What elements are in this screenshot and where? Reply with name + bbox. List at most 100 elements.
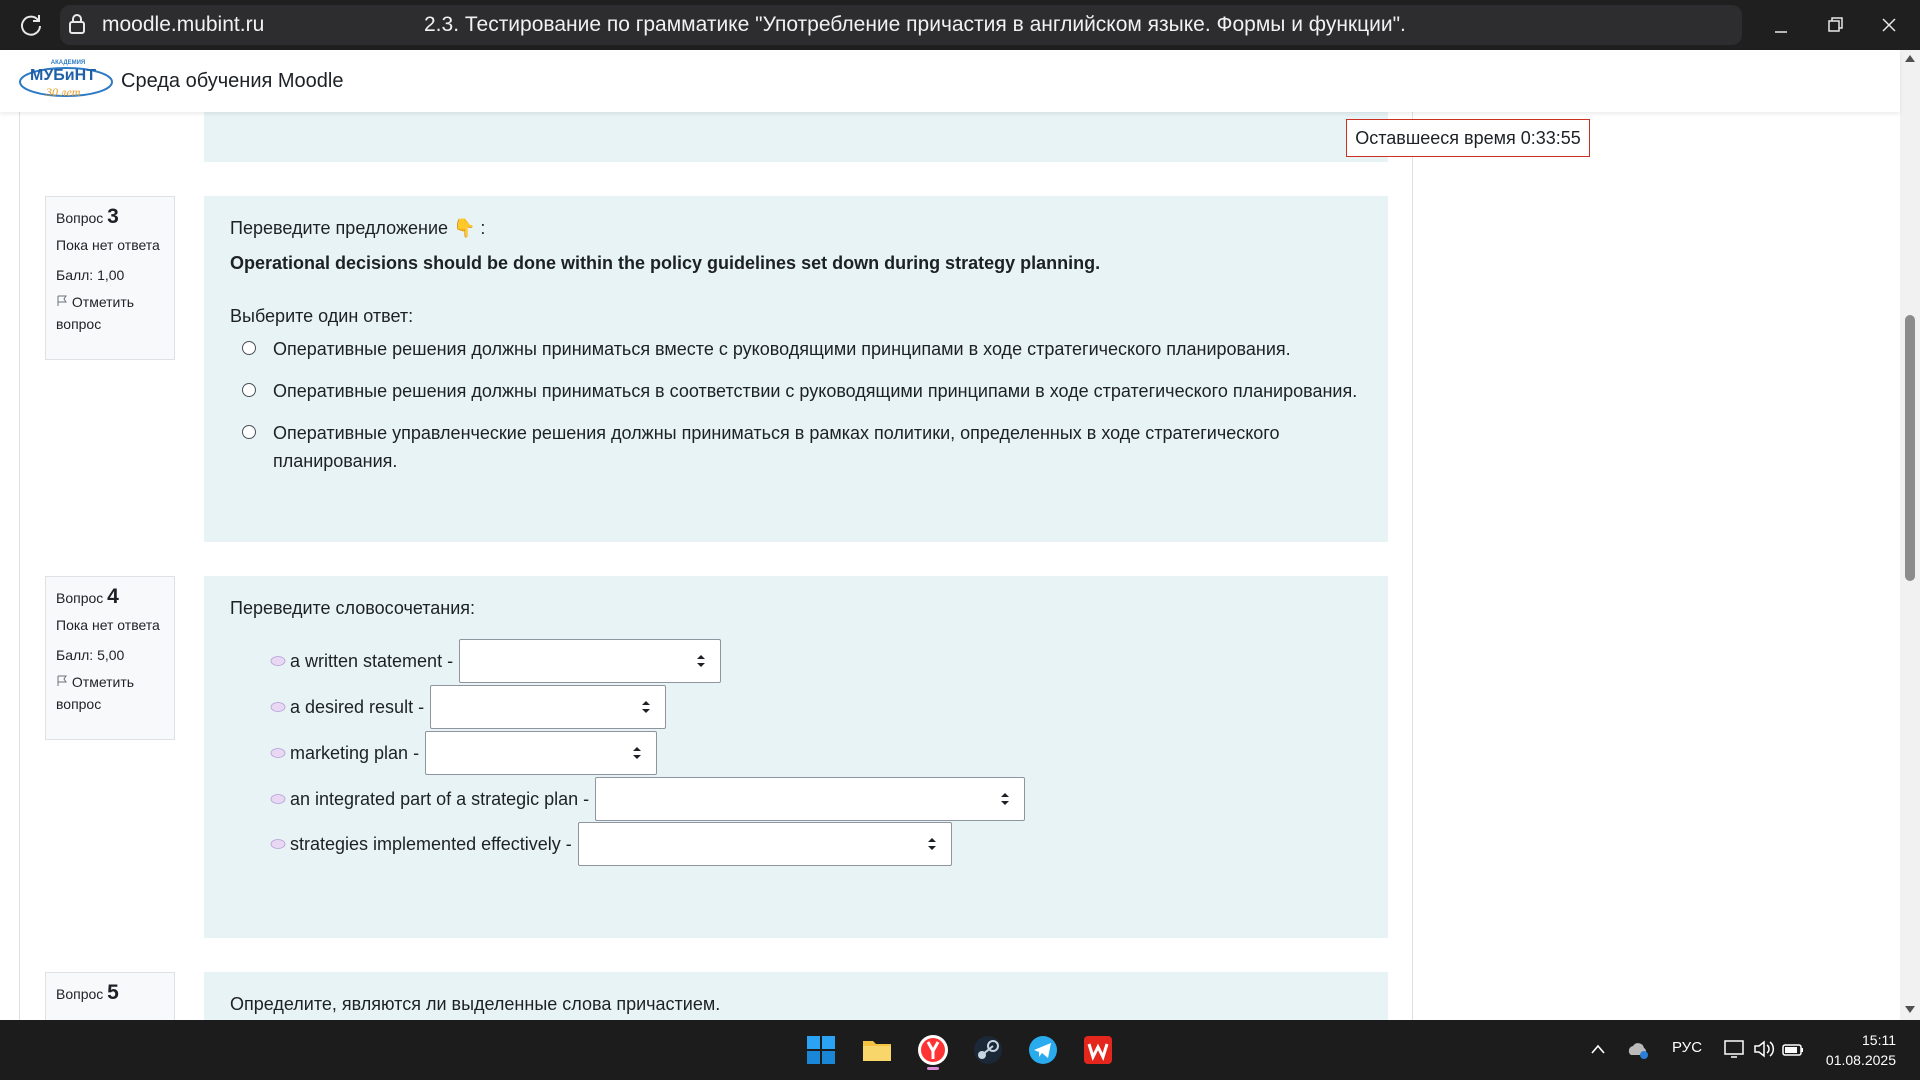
question-5-info: Вопрос 5 xyxy=(45,972,175,1020)
content-left-border xyxy=(19,112,20,1020)
content-right-border xyxy=(1412,112,1413,1020)
scroll-thumb[interactable] xyxy=(1905,315,1915,581)
svg-text:АКАДЕМИЯ: АКАДЕМИЯ xyxy=(51,60,85,66)
page-title: 2.3. Тестирование по грамматике "Употреб… xyxy=(424,13,1406,36)
page-scrollbar[interactable] xyxy=(1900,50,1920,1020)
reload-icon[interactable] xyxy=(18,12,44,38)
question-score: Балл: 1,00 xyxy=(56,267,125,283)
scroll-down-icon[interactable] xyxy=(1905,1006,1915,1014)
select-arrows-icon xyxy=(1001,793,1010,805)
match-item-2: a desired result - xyxy=(270,685,667,729)
question-3-body: Переведите предложение 👇 : Operational d… xyxy=(204,196,1388,542)
match-item-5: strategies implemented effectively - xyxy=(270,822,952,866)
match-select[interactable] xyxy=(459,639,722,683)
timer-band: Оставшееся время 0:33:55 xyxy=(204,112,1590,162)
radio-button[interactable] xyxy=(242,383,256,397)
match-item-label: an integrated part of a strategic plan - xyxy=(290,788,590,809)
speech-bubble-icon xyxy=(270,793,286,804)
close-icon[interactable] xyxy=(1876,12,1902,38)
question-intro: Определите, являются ли выделенные слова… xyxy=(230,994,721,1014)
question-label: Вопрос xyxy=(56,590,104,606)
onedrive-icon[interactable] xyxy=(1626,1040,1650,1060)
svg-text:МУБиНТ: МУБиНТ xyxy=(30,67,96,84)
wps-office-icon[interactable] xyxy=(1078,1030,1118,1070)
radio-button[interactable] xyxy=(242,425,256,439)
answer-option-label[interactable]: Оперативные решения должны приниматься в… xyxy=(273,381,1357,401)
question-3-info: Вопрос 3 Пока нет ответа Балл: 1,00 Отме… xyxy=(45,196,175,360)
windows-start-icon[interactable] xyxy=(801,1030,841,1070)
flag-icon xyxy=(57,295,67,306)
question-status: Пока нет ответа xyxy=(56,237,160,253)
answer-option-label[interactable]: Оперативные управленческие решения должн… xyxy=(273,423,1279,471)
question-label: Вопрос xyxy=(56,986,104,1002)
page-content: Оставшееся время 0:33:55 Вопрос 3 Пока н… xyxy=(0,112,1900,1020)
select-arrows-icon xyxy=(642,701,651,713)
time-remaining: Оставшееся время 0:33:55 xyxy=(1346,119,1590,157)
match-item-1: a written statement - xyxy=(270,639,722,683)
question-sentence: Operational decisions should be done wit… xyxy=(230,253,1101,273)
question-number-value: 4 xyxy=(107,585,119,608)
question-5-body: Определите, являются ли выделенные слова… xyxy=(204,972,1388,1020)
network-icon[interactable] xyxy=(1723,1039,1747,1059)
match-item-3: marketing plan - xyxy=(270,731,658,775)
question-status: Пока нет ответа xyxy=(56,617,160,633)
clock-time: 15:11 xyxy=(1862,1032,1896,1048)
question-intro: Переведите словосочетания: xyxy=(230,598,476,618)
match-item-label: marketing plan - xyxy=(290,742,420,763)
speech-bubble-icon xyxy=(270,747,286,758)
flag-icon xyxy=(57,675,67,686)
question-label: Вопрос xyxy=(56,210,104,226)
scroll-up-icon[interactable] xyxy=(1905,54,1915,62)
match-select[interactable] xyxy=(425,731,658,775)
select-arrows-icon xyxy=(927,838,936,850)
flag-question-button[interactable]: Отметить вопрос xyxy=(56,671,164,715)
match-item-label: strategies implemented effectively - xyxy=(290,833,572,854)
yandex-browser-icon[interactable] xyxy=(913,1030,953,1070)
match-item-label: a desired result - xyxy=(290,696,425,717)
match-item-label: a written statement - xyxy=(290,650,454,671)
answer-option-c[interactable]: Оперативные управленческие решения должн… xyxy=(230,419,1362,475)
speech-bubble-icon xyxy=(270,838,286,849)
select-arrows-icon xyxy=(697,655,706,667)
keyboard-language[interactable]: РУС xyxy=(1672,1039,1702,1056)
speech-bubble-icon xyxy=(270,701,286,712)
clock-date: 01.08.2025 xyxy=(1825,1052,1896,1068)
speech-bubble-icon xyxy=(270,655,286,666)
flag-question-label: Отметить вопрос xyxy=(56,294,135,332)
match-select[interactable] xyxy=(595,777,1026,821)
lock-icon[interactable] xyxy=(68,13,86,35)
flag-question-button[interactable]: Отметить вопрос xyxy=(56,291,164,335)
steam-icon[interactable] xyxy=(968,1030,1008,1070)
answer-option-label[interactable]: Оперативные решения должны приниматься в… xyxy=(273,339,1291,359)
question-4-info: Вопрос 4 Пока нет ответа Балл: 5,00 Отме… xyxy=(45,576,175,740)
answer-option-b[interactable]: Оперативные решения должны приниматься в… xyxy=(230,377,1362,405)
site-name[interactable]: Среда обучения Moodle xyxy=(121,70,343,93)
windows-taskbar: РУС 15:11 01.08.2025 xyxy=(0,1020,1920,1080)
match-select[interactable] xyxy=(430,685,667,729)
match-select[interactable] xyxy=(577,822,952,866)
battery-icon[interactable] xyxy=(1781,1039,1805,1059)
restore-icon[interactable] xyxy=(1822,12,1848,38)
volume-icon[interactable] xyxy=(1752,1039,1776,1059)
question-number-value: 3 xyxy=(107,205,119,228)
question-number-value: 5 xyxy=(107,981,119,1004)
question-number: Вопрос 5 xyxy=(56,981,164,1005)
select-arrows-icon xyxy=(633,747,642,759)
question-intro: Переведите предложение 👇 : xyxy=(230,218,486,238)
minimize-icon[interactable] xyxy=(1768,12,1794,38)
svg-text:30 лет: 30 лет xyxy=(45,85,81,99)
answer-option-a[interactable]: Оперативные решения должны приниматься в… xyxy=(230,335,1362,363)
browser-toolbar: moodle.mubint.ru 2.3. Тестирование по гр… xyxy=(0,0,1920,50)
file-explorer-icon[interactable] xyxy=(857,1030,897,1070)
flag-question-label: Отметить вопрос xyxy=(56,674,135,712)
match-item-4: an integrated part of a strategic plan - xyxy=(270,777,1026,821)
answer-prompt: Выберите один ответ: xyxy=(230,306,414,326)
radio-button[interactable] xyxy=(242,341,256,355)
telegram-icon[interactable] xyxy=(1023,1030,1063,1070)
question-number: Вопрос 4 xyxy=(56,585,164,609)
site-logo[interactable]: АКАДЕМИЯ МУБиНТ 30 лет xyxy=(18,56,122,102)
system-clock[interactable]: 15:11 01.08.2025 xyxy=(1826,1030,1896,1070)
chevron-up-icon[interactable] xyxy=(1590,1042,1606,1056)
question-number: Вопрос 3 xyxy=(56,205,164,229)
url-text[interactable]: moodle.mubint.ru xyxy=(102,13,264,37)
